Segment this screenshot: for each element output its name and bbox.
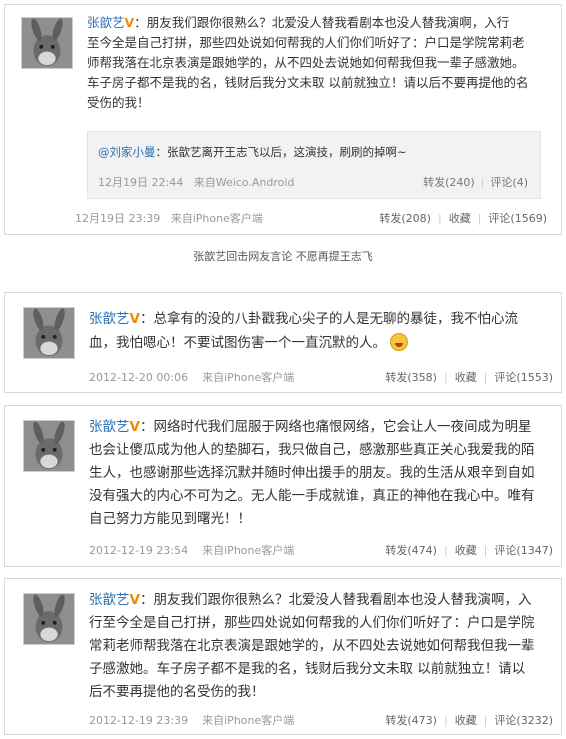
comment-link[interactable]: 评论(1347) bbox=[494, 542, 553, 558]
comment-link[interactable]: 评论(1553) bbox=[494, 369, 553, 385]
author-name[interactable]: 张歆艺 bbox=[89, 419, 130, 435]
quoted-text: @刘家小曼：张歆艺离开王志飞以后，这演技，刷刷的掉啊~ bbox=[98, 144, 407, 160]
quoted-meta: 12月19日 22:44 来自Weico.Android bbox=[98, 174, 294, 190]
post-text: 张歆艺V：朋友我们跟你很熟么？北爱没人替我看剧本也没人替我演啊，入 行至今全是自… bbox=[89, 589, 551, 704]
quoted-author[interactable]: @刘家小曼 bbox=[98, 145, 156, 159]
repost-link[interactable]: 转发(358) bbox=[385, 369, 437, 385]
post-time[interactable]: 2012-12-19 23:39 bbox=[89, 714, 188, 727]
post-line: ：朋友我们跟你很熟么？北爱没人替我看剧本也没人替我演啊，入 bbox=[139, 592, 532, 608]
post-line: 常莉老师帮我落在北京表演是跟她学的，从不四处去说她如何帮我但我一辈 bbox=[89, 638, 535, 654]
post-line: ：网络时代我们屈服于网络也痛恨网络，它会让人一夜间成为明星 bbox=[139, 419, 532, 435]
verified-badge-icon: V bbox=[129, 311, 140, 327]
post-text: 张歆艺V：总拿有的没的八卦戳我心尖子的人是无聊的暴徒，我不怕心流 血，我怕嗯心！… bbox=[89, 307, 549, 355]
donkey-avatar-icon[interactable] bbox=[23, 593, 75, 645]
weibo-card-1: 张歆艺V：朋友我们跟你很熟么？北爱没人替我看剧本也没人替我演啊，入行 至今全是自… bbox=[4, 4, 562, 235]
post-line: 生人，也感谢那些选择沉默并随时伸出援手的朋友。我的生活从艰辛到自如 bbox=[89, 465, 535, 481]
post-line: 血，我怕嗯心！不要试图伤害一个一直沉默的人。 bbox=[89, 335, 386, 351]
verified-badge-icon: V bbox=[124, 15, 135, 30]
quoted-source[interactable]: 来自Weico.Android bbox=[194, 176, 295, 189]
post-meta: 2012-12-19 23:54 来自iPhone客户端 bbox=[89, 542, 294, 558]
donkey-avatar-icon[interactable] bbox=[21, 17, 73, 69]
post-time[interactable]: 2012-12-19 23:54 bbox=[89, 544, 188, 557]
post-line: ：朋友我们跟你很熟么？北爱没人替我看剧本也没人替我演啊，入行 bbox=[134, 15, 510, 30]
author-name[interactable]: 张歆艺 bbox=[89, 592, 130, 608]
post-source[interactable]: 来自iPhone客户端 bbox=[171, 212, 263, 225]
author-name[interactable]: 张歆艺 bbox=[87, 15, 125, 30]
quoted-content: ：张歆艺离开王志飞以后，这演技，刷刷的掉啊~ bbox=[155, 145, 407, 159]
post-line: 自己努力方能见到曙光！！ bbox=[89, 511, 251, 527]
post-source[interactable]: 来自iPhone客户端 bbox=[202, 714, 294, 727]
post-time[interactable]: 12月19日 23:39 bbox=[75, 212, 160, 225]
post-actions: 转发(473) | 收藏 | 评论(3232) bbox=[385, 712, 553, 728]
post-line: 没有强大的内心不可为之。无人能一手成就谁，真正的神他在我心中。唯有 bbox=[89, 488, 535, 504]
repost-link[interactable]: 转发(473) bbox=[385, 712, 437, 728]
favorite-link[interactable]: 收藏 bbox=[449, 210, 471, 226]
post-line: 至今全是自己打拼，那些四处说如何帮我的人们你们听好了：户口是学院常莉老 bbox=[87, 35, 525, 50]
post-meta: 12月19日 23:39 来自iPhone客户端 bbox=[75, 210, 263, 226]
favorite-link[interactable]: 收藏 bbox=[455, 369, 477, 385]
post-time[interactable]: 2012-12-20 00:06 bbox=[89, 371, 188, 384]
post-meta: 2012-12-19 23:39 来自iPhone客户端 bbox=[89, 712, 294, 728]
weibo-card-4: 张歆艺V：朋友我们跟你很熟么？北爱没人替我看剧本也没人替我演啊，入 行至今全是自… bbox=[4, 578, 562, 735]
post-line: 也会让傻瓜成为他人的垫脚石，我只做自己，感激那些真正关心我爱我的陌 bbox=[89, 442, 535, 458]
post-line: 受伤的我！ bbox=[87, 95, 150, 110]
awkward-face-emoji-icon bbox=[390, 333, 409, 351]
post-text: 张歆艺V：朋友我们跟你很熟么？北爱没人替我看剧本也没人替我演啊，入行 至今全是自… bbox=[87, 13, 547, 113]
post-line: 师帮我落在北京表演是跟她学的，从不四处去说她如何帮我但我一辈子感激她。 bbox=[87, 55, 525, 70]
post-source[interactable]: 来自iPhone客户端 bbox=[202, 544, 294, 557]
post-actions: 转发(208) | 收藏 | 评论(1569) bbox=[379, 210, 547, 226]
post-line: 后不要再提他的名受伤的我！ bbox=[89, 684, 265, 700]
favorite-link[interactable]: 收藏 bbox=[455, 712, 477, 728]
post-line: 子感激她。车子房子都不是我的名，钱财后我分文未取 以前就独立！请以 bbox=[89, 661, 526, 677]
weibo-card-3: 张歆艺V：网络时代我们屈服于网络也痛恨网络，它会让人一夜间成为明星 也会让傻瓜成… bbox=[4, 405, 562, 567]
quoted-repost-link[interactable]: 转发(240) bbox=[423, 176, 475, 189]
image-caption: 张歆艺回击网友言论 不愿再提王志飞 bbox=[193, 250, 373, 263]
verified-badge-icon: V bbox=[129, 592, 140, 608]
favorite-link[interactable]: 收藏 bbox=[455, 542, 477, 558]
quoted-time[interactable]: 12月19日 22:44 bbox=[98, 176, 183, 189]
comment-link[interactable]: 评论(3232) bbox=[494, 712, 553, 728]
post-actions: 转发(358) | 收藏 | 评论(1553) bbox=[385, 369, 553, 385]
comment-link[interactable]: 评论(1569) bbox=[488, 210, 547, 226]
post-line: ：总拿有的没的八卦戳我心尖子的人是无聊的暴徒，我不怕心流 bbox=[139, 311, 518, 327]
quoted-comment-link[interactable]: 评论(4) bbox=[490, 176, 528, 189]
donkey-avatar-icon[interactable] bbox=[23, 307, 75, 359]
quoted-actions: 转发(240) | 评论(4) bbox=[423, 176, 528, 189]
author-name[interactable]: 张歆艺 bbox=[89, 311, 130, 327]
post-source[interactable]: 来自iPhone客户端 bbox=[202, 371, 294, 384]
verified-badge-icon: V bbox=[129, 419, 140, 435]
post-text: 张歆艺V：网络时代我们屈服于网络也痛恨网络，它会让人一夜间成为明星 也会让傻瓜成… bbox=[89, 416, 551, 531]
post-line: 行至今全是自己打拼，那些四处说如何帮我的人们你们听好了：户口是学院 bbox=[89, 615, 535, 631]
weibo-card-2: 张歆艺V：总拿有的没的八卦戳我心尖子的人是无聊的暴徒，我不怕心流 血，我怕嗯心！… bbox=[4, 292, 562, 393]
donkey-avatar-icon[interactable] bbox=[23, 420, 75, 472]
post-line: 车子房子都不是我的名，钱财后我分文未取 以前就独立！请以后不要再提他的名 bbox=[87, 75, 529, 90]
repost-link[interactable]: 转发(208) bbox=[379, 210, 431, 226]
quoted-post: @刘家小曼：张歆艺离开王志飞以后，这演技，刷刷的掉啊~ 12月19日 22:44… bbox=[87, 131, 541, 199]
post-meta: 2012-12-20 00:06 来自iPhone客户端 bbox=[89, 369, 294, 385]
post-actions: 转发(474) | 收藏 | 评论(1347) bbox=[385, 542, 553, 558]
repost-link[interactable]: 转发(474) bbox=[385, 542, 437, 558]
